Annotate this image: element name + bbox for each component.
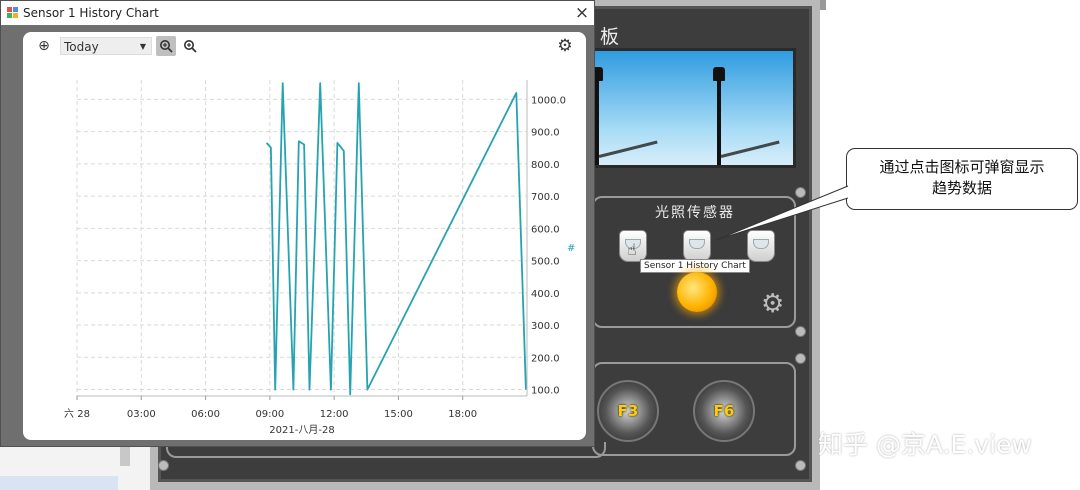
light-sensor-title: 光照传感器	[655, 205, 735, 221]
screw	[158, 460, 169, 471]
y-axis-marker: #	[567, 243, 576, 254]
dialog-title: Sensor 1 History Chart	[23, 6, 159, 20]
y-tick-label: 900.0	[531, 128, 560, 139]
history-chart-dialog: Sensor 1 History Chart × ⊕ Today ▼ ⚙ 100…	[0, 0, 595, 447]
y-tick-label: 500.0	[531, 257, 560, 268]
y-tick-label: 1000.0	[531, 95, 566, 106]
callout-line-2: 趋势数据	[931, 179, 992, 197]
street-lamp-scene	[588, 48, 796, 168]
y-tick-label: 100.0	[531, 386, 560, 397]
series-line-sensor-1	[265, 82, 527, 396]
x-tick-label: 09:00	[255, 409, 284, 420]
lamp-shadow	[720, 140, 780, 158]
x-tick-label: 06:00	[191, 409, 220, 420]
chart-card: ⊕ Today ▼ ⚙ 100.0 200.0 300.0 400.0 500.0 600…	[23, 32, 586, 440]
hand-pointer-icon: ☝	[627, 240, 637, 259]
y-tick-label: 700.0	[531, 192, 560, 203]
chart-grid	[76, 80, 527, 396]
x-tick-label: 12:00	[320, 409, 349, 420]
x-axis-label: 2021-八月-28	[269, 424, 334, 436]
screw	[795, 353, 806, 364]
sensor-tooltip: Sensor 1 History Chart	[640, 259, 750, 273]
screw	[795, 326, 806, 337]
y-tick-label: 400.0	[531, 289, 560, 300]
lamp-head	[713, 67, 725, 81]
annotation-callout: 通过点击图标可弹窗显示 趋势数据	[846, 148, 1078, 210]
y-axis-ticks: 100.0 200.0 300.0 400.0 500.0 600.0 700.0 800.0…	[531, 95, 566, 396]
y-tick-label: 800.0	[531, 160, 560, 171]
selected-row	[0, 476, 118, 490]
top-frame-edge	[820, 0, 826, 10]
callout-line-1: 通过点击图标可弹窗显示	[879, 158, 1045, 176]
sensor-2-icon[interactable]	[683, 230, 711, 262]
history-line-chart: 100.0 200.0 300.0 400.0 500.0 600.0 700.0 800.0…	[64, 80, 566, 436]
lamp-post	[717, 79, 721, 165]
sun-icon	[677, 272, 717, 312]
dialog-titlebar[interactable]: Sensor 1 History Chart ×	[1, 1, 594, 25]
x-tick-label: 03:00	[127, 409, 156, 420]
sensor-settings-gear-icon[interactable]: ⚙	[761, 290, 784, 318]
x-tick-label: 六 28	[64, 408, 90, 420]
chart-series	[265, 82, 527, 396]
y-tick-label: 300.0	[531, 321, 560, 332]
close-button[interactable]: ×	[571, 2, 593, 24]
lamp-shadow	[598, 140, 658, 158]
function-badge-f6[interactable]: F6	[693, 380, 755, 442]
app-icon	[7, 7, 18, 18]
lamp-post	[595, 79, 599, 165]
screw	[795, 460, 806, 471]
x-axis-ticks: 六 28 03:00 06:00 09:00 12:00 15:00 18:00	[64, 396, 477, 420]
y-tick-label: 200.0	[531, 353, 560, 364]
x-tick-label: 18:00	[448, 409, 477, 420]
panel-title-fragment: 板	[600, 26, 620, 48]
sensor-3-icon[interactable]	[747, 230, 775, 262]
function-badge-f3[interactable]: F3	[597, 380, 659, 442]
x-tick-label: 15:00	[384, 409, 413, 420]
watermark: 知乎 @京A.E.view	[818, 430, 1032, 459]
background-app-sidebar	[0, 440, 150, 490]
screw	[795, 187, 806, 198]
y-tick-label: 600.0	[531, 224, 560, 235]
